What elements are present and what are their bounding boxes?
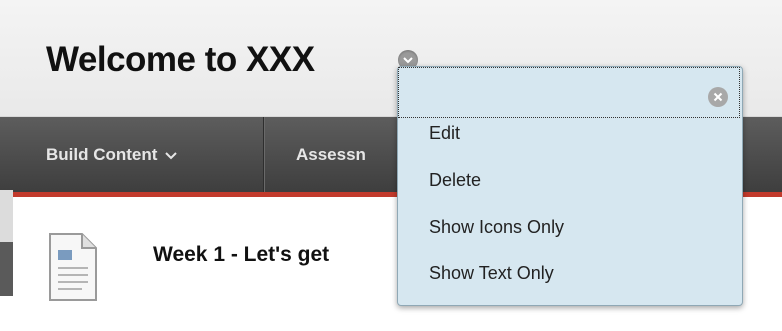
page-title: Welcome to XXX	[46, 40, 315, 79]
content-item-title[interactable]: Week 1 - Let's get	[153, 243, 329, 267]
menu-item-show-text-only[interactable]: Show Text Only	[429, 263, 554, 284]
document-icon	[48, 232, 98, 307]
menu-header	[398, 67, 740, 118]
close-icon[interactable]	[708, 87, 728, 107]
side-edge-bottom	[0, 242, 13, 296]
menu-item-delete[interactable]: Delete	[429, 170, 481, 191]
toolbar-divider	[263, 117, 264, 192]
build-content-button[interactable]: Build Content	[46, 117, 178, 192]
context-menu: Edit Delete Show Icons Only Show Text On…	[397, 66, 743, 306]
side-edge-top	[0, 190, 13, 242]
menu-item-show-icons-only[interactable]: Show Icons Only	[429, 217, 564, 238]
assessments-button[interactable]: Assessn	[296, 117, 366, 192]
chevron-down-icon	[165, 145, 178, 165]
build-content-label: Build Content	[46, 144, 158, 164]
assessments-label: Assessn	[296, 144, 366, 164]
menu-item-edit[interactable]: Edit	[429, 123, 460, 144]
